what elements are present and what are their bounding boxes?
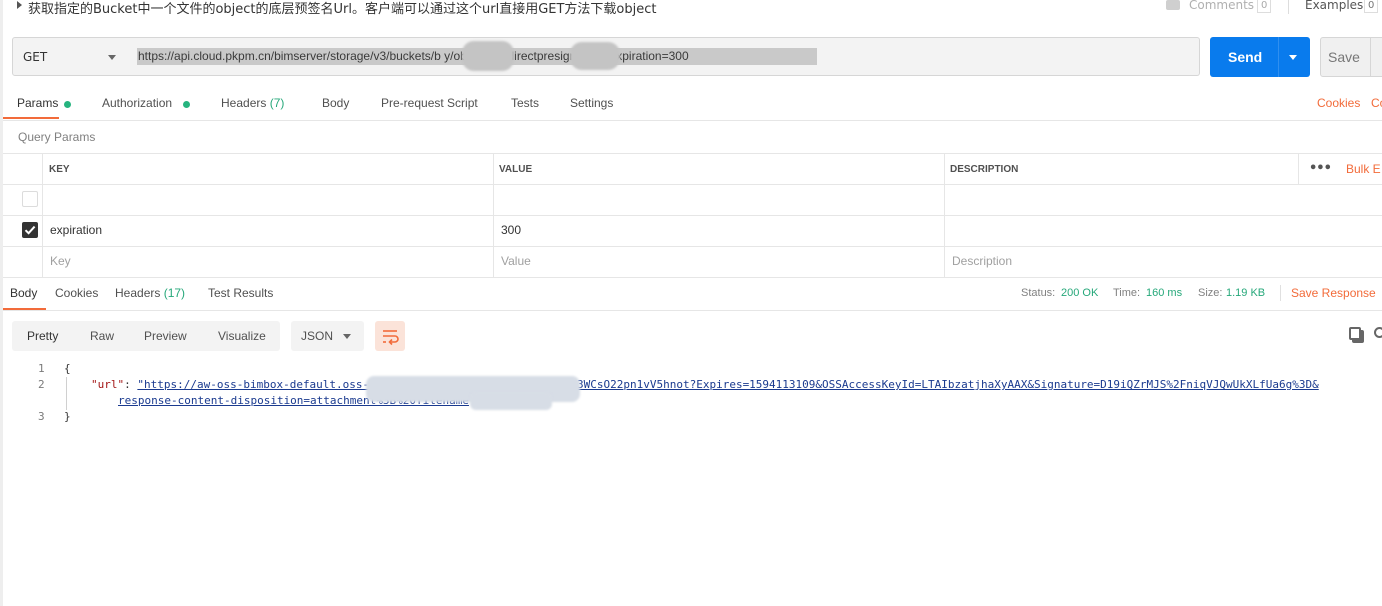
request-title[interactable]: 获取指定的Bucket中一个文件的object的底层预签名Url。客户端可以通过… xyxy=(28,0,656,17)
response-tab-headers-count: (17) xyxy=(163,286,186,300)
active-tab-indicator xyxy=(2,117,59,119)
more-options-icon[interactable]: ••• xyxy=(1309,161,1332,176)
view-raw-button[interactable]: Raw xyxy=(90,329,114,343)
redaction-blur xyxy=(462,41,514,71)
authorization-indicator-dot xyxy=(183,101,190,108)
tab-headers[interactable]: Headers (7) xyxy=(221,96,284,110)
time-value[interactable]: 160 ms xyxy=(1146,287,1182,299)
copy-icon-front xyxy=(1349,327,1361,340)
status-label: Status: xyxy=(1021,287,1056,299)
search-icon[interactable] xyxy=(1374,327,1382,338)
check-icon xyxy=(24,225,36,235)
save-response-button[interactable]: Save Response xyxy=(1291,286,1376,300)
save-button-label: Save xyxy=(1328,49,1360,65)
view-pretty-button[interactable]: Pretty xyxy=(27,329,58,343)
cookies-link[interactable]: Cookies xyxy=(1317,96,1360,110)
tab-headers-label: Headers xyxy=(221,96,267,110)
tab-headers-count: (7) xyxy=(269,96,285,110)
send-options-chevron-icon[interactable] xyxy=(1289,55,1297,60)
table-border xyxy=(0,184,1382,185)
chevron-down-icon[interactable] xyxy=(343,334,351,339)
chevron-down-icon[interactable] xyxy=(108,55,116,60)
row-checkbox[interactable] xyxy=(22,191,38,207)
table-border xyxy=(493,153,494,277)
divider xyxy=(1278,37,1279,77)
wrap-lines-icon xyxy=(383,330,399,346)
examples-count-badge: 0 xyxy=(1364,0,1379,13)
response-tab-cookies[interactable]: Cookies xyxy=(55,286,98,300)
line-number: 2 xyxy=(38,378,45,391)
tab-params[interactable]: Params xyxy=(17,96,58,110)
divider xyxy=(1370,37,1371,77)
column-header-key: KEY xyxy=(49,164,70,175)
size-label: Size: xyxy=(1198,287,1223,299)
code-link[interactable]: Co xyxy=(1371,96,1382,110)
response-tab-test-results[interactable]: Test Results xyxy=(208,286,273,300)
url-string-part2[interactable]: 3WCsO22pn1vV5hnot?Expires=1594113109&OSS… xyxy=(577,378,1319,391)
format-select-value: JSON xyxy=(301,329,334,343)
method-value: GET xyxy=(23,50,48,64)
code-close-brace: } xyxy=(64,410,71,423)
column-header-description: DESCRIPTION xyxy=(950,164,1019,175)
table-border xyxy=(42,153,43,277)
divider xyxy=(1288,0,1289,14)
divider xyxy=(0,120,1382,121)
view-visualize-button[interactable]: Visualize xyxy=(218,329,266,343)
code-open-brace: { xyxy=(64,362,71,375)
examples-link[interactable]: Examples xyxy=(1305,0,1363,12)
left-edge-border xyxy=(0,0,3,606)
code-line-2[interactable]: "url": "https://aw-oss-bimbox-default.os… xyxy=(91,378,369,391)
tab-tests[interactable]: Tests xyxy=(511,96,539,110)
param-key-cell[interactable]: expiration xyxy=(50,223,102,237)
json-colon: : xyxy=(124,378,138,391)
redaction-blur xyxy=(570,42,620,70)
collapse-caret-icon[interactable] xyxy=(17,1,22,9)
tab-pre-request-script[interactable]: Pre-request Script xyxy=(381,96,478,110)
comments-count-badge: 0 xyxy=(1257,0,1272,13)
response-tab-headers[interactable]: Headers (17) xyxy=(115,286,185,300)
line-number: 3 xyxy=(38,410,45,423)
size-value[interactable]: 1.19 KB xyxy=(1226,287,1265,299)
divider xyxy=(1280,285,1281,301)
line-number: 1 xyxy=(38,362,45,375)
time-label: Time: xyxy=(1113,287,1141,299)
response-tab-headers-label: Headers xyxy=(115,286,161,300)
row-checkbox-checked[interactable] xyxy=(22,222,38,238)
tab-authorization[interactable]: Authorization xyxy=(102,96,172,110)
table-border xyxy=(0,215,1382,216)
json-key: "url" xyxy=(91,378,125,391)
param-value-cell[interactable]: 300 xyxy=(501,223,521,237)
new-description-input[interactable]: Description xyxy=(952,254,1012,268)
send-button-label: Send xyxy=(1228,49,1263,65)
query-params-heading: Query Params xyxy=(18,130,96,144)
tab-body[interactable]: Body xyxy=(322,96,349,110)
status-value[interactable]: 200 OK xyxy=(1061,287,1098,299)
comment-icon[interactable] xyxy=(1166,0,1180,10)
bulk-edit-link[interactable]: Bulk E xyxy=(1346,162,1381,176)
table-border xyxy=(944,153,945,277)
url-string-part1[interactable]: "https://aw-oss-bimbox-default.oss- xyxy=(137,378,369,391)
divider xyxy=(0,310,1382,311)
table-border xyxy=(0,277,1382,278)
column-header-value: VALUE xyxy=(499,164,533,175)
wrap-lines-button[interactable] xyxy=(375,321,405,351)
table-border xyxy=(0,246,1382,247)
new-value-input[interactable]: Value xyxy=(501,254,531,268)
response-tab-body[interactable]: Body xyxy=(10,286,37,300)
table-border xyxy=(0,153,1382,154)
table-border xyxy=(1298,153,1299,184)
params-indicator-dot xyxy=(64,101,71,108)
tab-settings[interactable]: Settings xyxy=(570,96,613,110)
new-key-input[interactable]: Key xyxy=(50,254,71,268)
indent-guide xyxy=(66,377,67,410)
comments-link[interactable]: Comments xyxy=(1189,0,1254,12)
view-preview-button[interactable]: Preview xyxy=(144,329,187,343)
code-line-2-rest[interactable]: 3WCsO22pn1vV5hnot?Expires=1594113109&OSS… xyxy=(577,378,1319,391)
redaction-blur xyxy=(470,392,552,410)
